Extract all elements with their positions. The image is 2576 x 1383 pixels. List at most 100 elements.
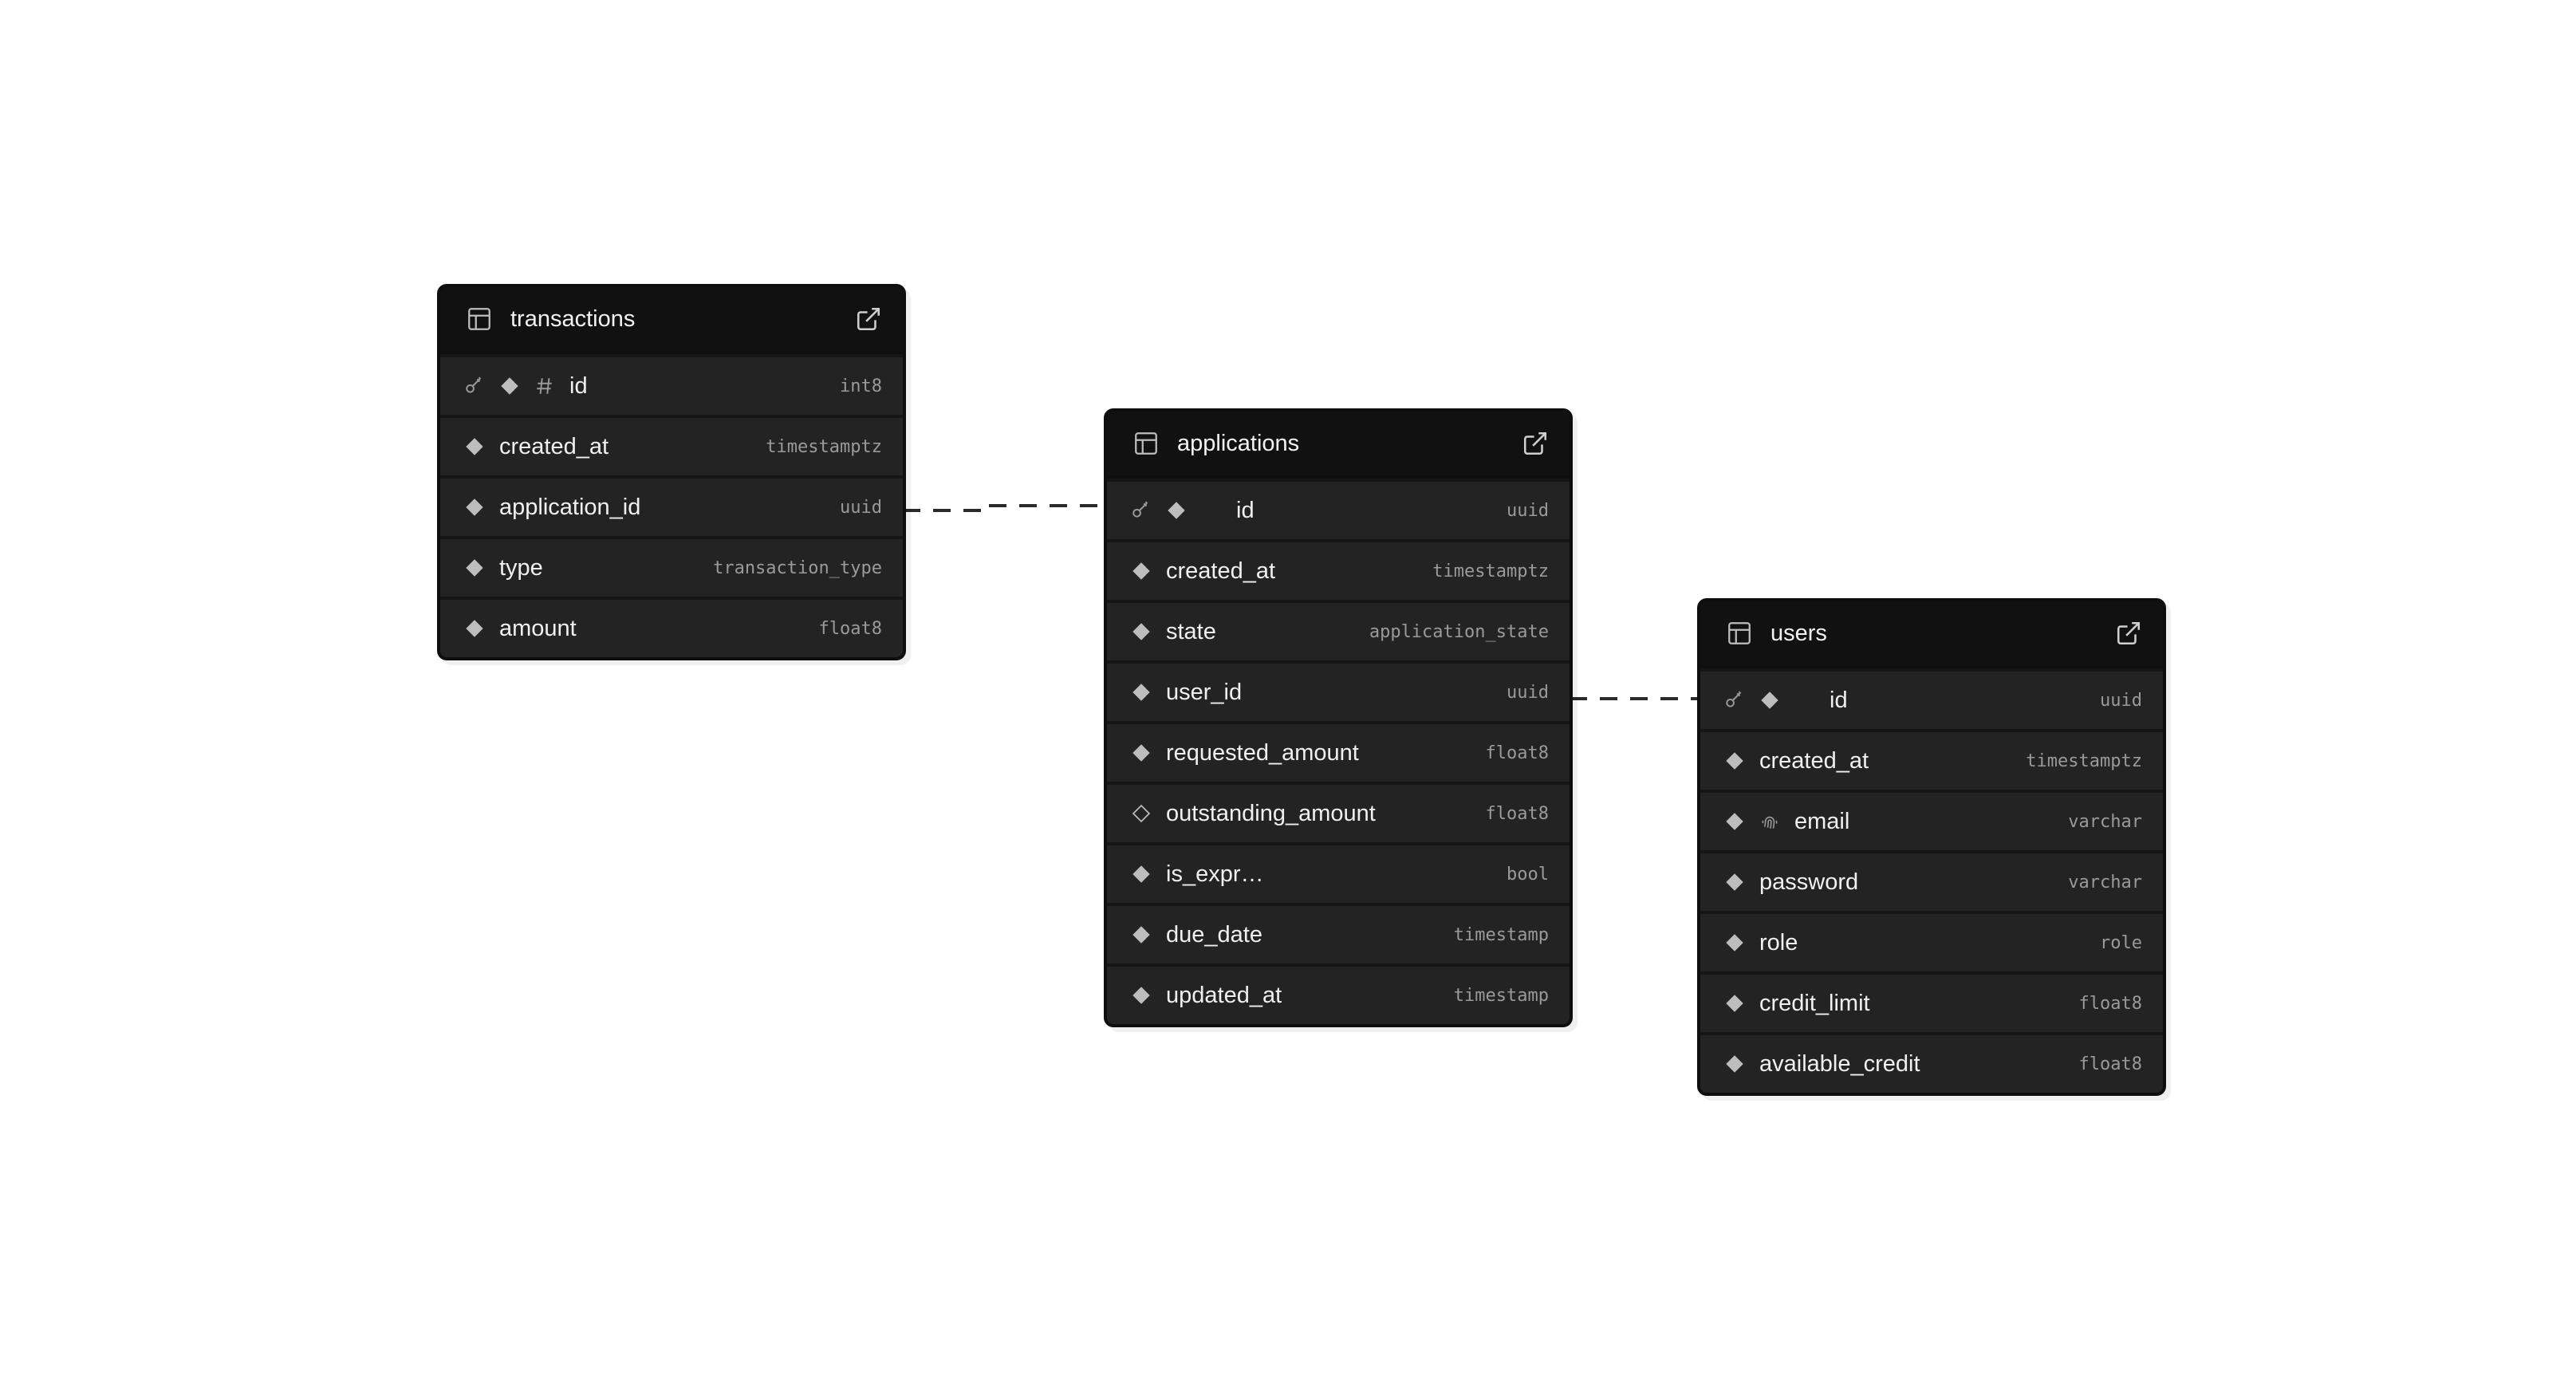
column-row[interactable]: is_expr… bool <box>1107 842 1570 903</box>
column-name: credit_limit <box>1759 990 1870 1016</box>
column-icons <box>1131 621 1166 642</box>
nullable-icon <box>1131 803 1152 824</box>
column-type: transaction_type <box>713 558 882 578</box>
external-link-icon[interactable] <box>855 305 882 333</box>
column-row[interactable]: id uuid <box>1107 479 1570 539</box>
table-header[interactable]: transactions <box>440 287 903 354</box>
column-name: is_expr… <box>1166 861 1264 887</box>
non-nullable-icon <box>464 558 485 578</box>
column-name: user_id <box>1166 679 1243 705</box>
column-row[interactable]: amount float8 <box>440 597 903 657</box>
non-nullable-icon <box>464 618 485 639</box>
column-type: timestamptz <box>766 436 882 457</box>
column-type: float8 <box>1485 743 1549 763</box>
column-row[interactable]: state application_state <box>1107 600 1570 660</box>
non-nullable-icon <box>1166 500 1187 521</box>
column-name: due_date <box>1166 921 1262 948</box>
table-header[interactable]: users <box>1700 601 2163 668</box>
non-nullable-icon <box>1724 932 1745 953</box>
column-row[interactable]: type transaction_type <box>440 536 903 597</box>
column-type: float8 <box>2078 1054 2142 1074</box>
column-row[interactable]: created_at timestamptz <box>1700 729 2163 790</box>
relation-transactions-applications <box>903 504 1104 512</box>
column-row[interactable]: id int8 <box>440 354 903 415</box>
column-name: id <box>569 372 588 399</box>
column-icons <box>1131 682 1166 703</box>
column-icons <box>1131 803 1166 824</box>
column-icons <box>1724 751 1759 771</box>
column-row[interactable]: created_at timestamptz <box>1107 539 1570 600</box>
column-icons <box>464 558 499 578</box>
non-nullable-icon <box>1131 743 1152 763</box>
column-icons <box>1724 872 1759 892</box>
non-nullable-icon <box>1131 621 1152 642</box>
column-type: timestamp <box>1453 924 1549 945</box>
column-name: state <box>1166 618 1216 644</box>
column-name: id <box>1830 687 1848 713</box>
column-row[interactable]: user_id uuid <box>1107 660 1570 721</box>
column-icons <box>464 497 499 518</box>
column-icons <box>1724 993 1759 1014</box>
non-nullable-icon <box>1131 561 1152 581</box>
table-name: applications <box>1177 430 1300 456</box>
table-card-users[interactable]: users id uuid created_at timestamptz ema… <box>1697 598 2166 1096</box>
column-type: timestamp <box>1453 985 1549 1006</box>
column-row[interactable]: credit_limit float8 <box>1700 971 2163 1032</box>
table-header[interactable]: applications <box>1107 412 1570 479</box>
column-name: available_credit <box>1759 1050 1920 1077</box>
diagram-canvas: transactions id int8 created_at timestam… <box>0 0 2576 1383</box>
column-type: timestamptz <box>1432 561 1549 581</box>
column-name: amount <box>499 615 577 641</box>
column-name: role <box>1759 929 1798 955</box>
non-nullable-icon <box>1724 811 1745 832</box>
non-nullable-icon <box>1759 690 1780 711</box>
column-name: updated_at <box>1166 982 1282 1008</box>
column-row[interactable]: updated_at timestamp <box>1107 963 1570 1024</box>
column-type: role <box>2100 932 2142 953</box>
external-link-icon[interactable] <box>1522 430 1549 457</box>
column-row[interactable]: available_credit float8 <box>1700 1032 2163 1093</box>
table-card-transactions[interactable]: transactions id int8 created_at timestam… <box>437 284 906 660</box>
non-nullable-icon <box>1724 751 1745 771</box>
non-nullable-icon <box>464 497 485 518</box>
column-type: varchar <box>2068 811 2142 832</box>
column-icons <box>464 618 499 639</box>
column-row[interactable]: role role <box>1700 911 2163 971</box>
column-row[interactable]: outstanding_amount float8 <box>1107 782 1570 842</box>
column-icons <box>464 436 499 457</box>
column-icons <box>1724 1054 1759 1074</box>
column-icons <box>1724 811 1794 832</box>
table-icon <box>1132 430 1160 457</box>
column-row[interactable]: application_id uuid <box>440 475 903 536</box>
column-type: varchar <box>2068 872 2142 892</box>
column-type: timestamptz <box>2026 751 2142 771</box>
column-icons <box>1131 500 1236 521</box>
external-link-icon[interactable] <box>2115 620 2142 647</box>
column-icons <box>1131 743 1166 763</box>
column-icons <box>1131 864 1166 885</box>
column-name: created_at <box>1759 747 1869 774</box>
column-name: type <box>499 554 543 581</box>
column-row[interactable]: due_date timestamp <box>1107 903 1570 963</box>
column-name: id <box>1236 497 1255 523</box>
column-name: email <box>1794 808 1850 834</box>
column-row[interactable]: email varchar <box>1700 790 2163 850</box>
column-type: uuid <box>840 497 882 518</box>
column-icons <box>1724 932 1759 953</box>
column-row[interactable]: password varchar <box>1700 850 2163 911</box>
primary-key-icon <box>1724 690 1745 711</box>
non-nullable-icon <box>1131 682 1152 703</box>
table-name: transactions <box>510 305 636 332</box>
column-row[interactable]: id uuid <box>1700 668 2163 729</box>
column-row[interactable]: created_at timestamptz <box>440 415 903 475</box>
column-name: requested_amount <box>1166 739 1359 766</box>
table-icon <box>1726 620 1753 647</box>
identity-hash-icon <box>534 376 555 396</box>
column-row[interactable]: requested_amount float8 <box>1107 721 1570 782</box>
column-name: outstanding_amount <box>1166 800 1376 826</box>
table-card-applications[interactable]: applications id uuid created_at timestam… <box>1104 408 1573 1027</box>
column-icons <box>1131 985 1166 1006</box>
primary-key-icon <box>464 376 485 396</box>
non-nullable-icon <box>1131 924 1152 945</box>
column-icons <box>1724 690 1830 711</box>
